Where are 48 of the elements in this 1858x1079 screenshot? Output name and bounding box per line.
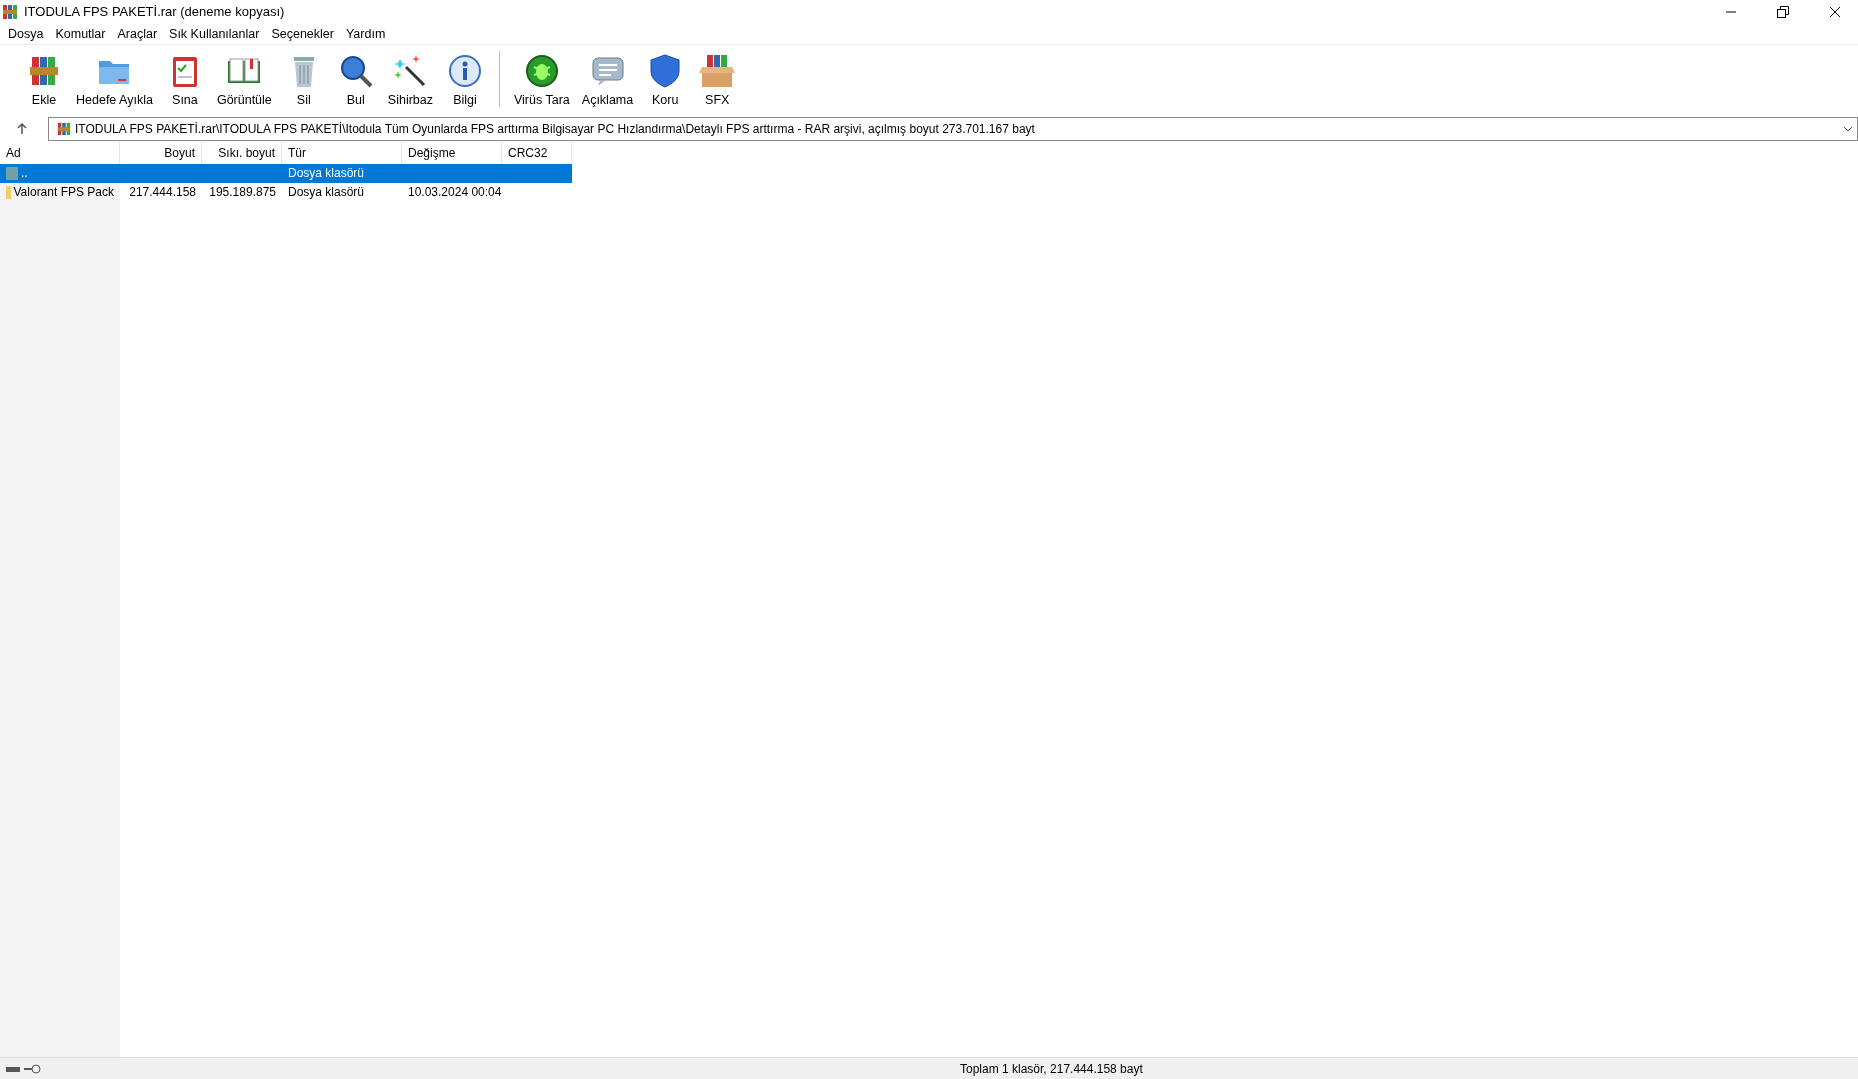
toolbar-button[interactable]: Görüntüle xyxy=(212,51,276,112)
menu-item[interactable]: Sık Kullanılanlar xyxy=(163,24,266,44)
dropdown-chevron-icon[interactable] xyxy=(1843,124,1853,133)
close-icon xyxy=(1829,6,1841,18)
menu-item[interactable]: Seçenekler xyxy=(265,24,340,44)
column-header[interactable]: Boyut xyxy=(120,141,202,164)
table-cell-text: Valorant FPS Pack xyxy=(13,184,114,202)
bug-icon xyxy=(523,53,560,89)
table-cell-text: .. xyxy=(21,165,28,183)
window-title: ITODULA FPS PAKETİ.rar (deneme kopyası) xyxy=(24,3,285,22)
address-field[interactable]: ITODULA FPS PAKETİ.rar\ITODULA FPS PAKETİ\Itodula Tüm Oyunlarda FPS arttırma Bilgisayar PC Hızlandırma\Detaylı FPS arttırma - RAR arşivi, açılmış boyut 273.701.167 bayt xyxy=(48,116,1858,141)
menu-item[interactable]: Araçlar xyxy=(111,24,164,44)
status-icons xyxy=(6,1062,42,1075)
column-header[interactable]: Değişme xyxy=(402,141,502,164)
table-cell-text: 217.444.158 xyxy=(129,184,196,202)
column-header[interactable]: Tür xyxy=(282,141,402,164)
status-text: Toplam 1 klasör, 217.444.158 bayt xyxy=(960,1060,1143,1078)
toolbar-button[interactable]: Ekle xyxy=(20,51,68,112)
table-cell-text: 195.189.875 xyxy=(209,184,276,202)
folder-icon xyxy=(6,166,18,181)
table-cell-text: Dosya klasörü xyxy=(288,165,365,183)
table-cell-text: 10.03.2024 00:04 xyxy=(408,184,502,202)
toolbar-button[interactable]: Sına xyxy=(160,51,209,112)
toolbar-button[interactable]: Virüs Tara xyxy=(510,51,574,112)
column-header[interactable]: Ad xyxy=(0,141,120,164)
toolbar-button[interactable]: Sil xyxy=(279,51,328,112)
up-arrow-icon[interactable] xyxy=(16,122,28,135)
toolbar-button[interactable]: Hedefe Ayıkla xyxy=(72,51,157,112)
menu-item[interactable]: Yardım xyxy=(339,24,392,44)
toolbar-button[interactable]: Koru xyxy=(641,51,690,112)
info-icon xyxy=(447,53,483,89)
column-header[interactable]: CRC32 xyxy=(502,141,572,164)
toolbar-button[interactable]: Sihirbaz xyxy=(383,51,437,112)
toolbar-button[interactable]: Bul xyxy=(331,51,380,112)
menu-item[interactable]: Komutlar xyxy=(49,24,112,44)
file-row[interactable]: Valorant FPS Pack 217.444.158 195.189.875 Dosya klasörü 10.03.2024 00:04 xyxy=(0,182,572,202)
menu-item[interactable]: Dosya xyxy=(2,24,50,44)
app-icon xyxy=(2,4,18,20)
archive-icon xyxy=(57,121,71,136)
toolbar-button[interactable]: Açıklama xyxy=(577,51,638,112)
box-icon xyxy=(699,53,736,89)
restore-icon xyxy=(1777,6,1789,18)
toolbar-button[interactable]: SFX xyxy=(693,51,742,112)
file-row[interactable]: .. Dosya klasörü xyxy=(0,163,572,183)
toolbar-button[interactable]: Bilgi xyxy=(441,51,489,112)
table-cell-text: Dosya klasörü xyxy=(288,184,365,202)
folder-icon xyxy=(6,185,11,200)
column-header[interactable]: Sıkı. boyut xyxy=(202,141,282,164)
